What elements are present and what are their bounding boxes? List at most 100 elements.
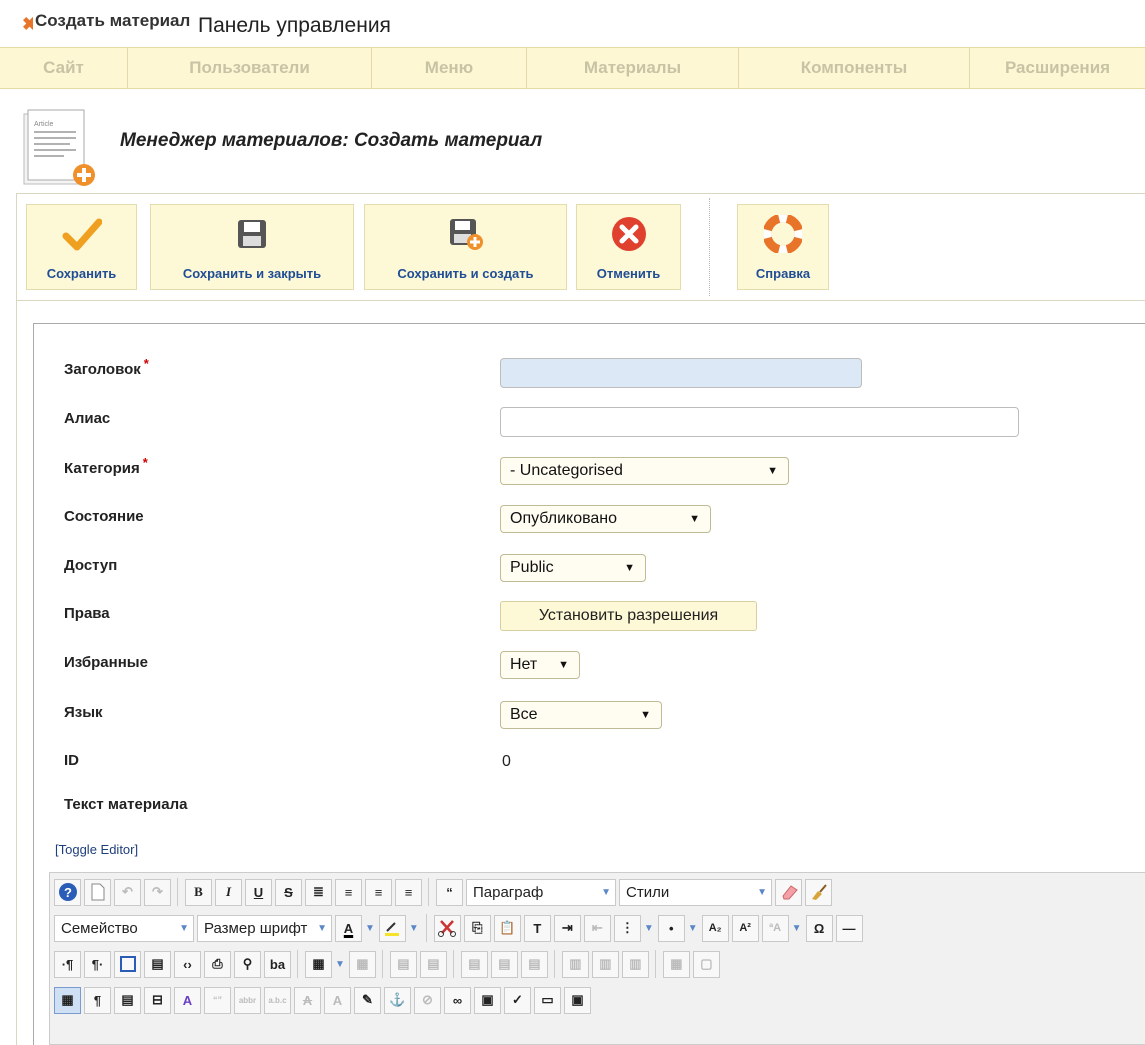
font-size-select[interactable]: Размер шрифт ▼ [197, 914, 332, 942]
save-new-button[interactable]: Сохранить и создать [364, 204, 567, 290]
table-row-props-icon[interactable]: ▤ [389, 950, 417, 978]
redo-icon[interactable]: ↷ [144, 878, 171, 906]
styles-select[interactable]: Стили ▼ [619, 878, 772, 906]
rtl-icon[interactable]: ¶· [84, 950, 111, 978]
dropdown-arrow-icon[interactable]: ▼ [688, 923, 698, 934]
acronym-icon[interactable]: a.b.c [264, 986, 291, 1014]
blockquote-icon[interactable]: “ [436, 878, 463, 906]
align-left-icon[interactable]: ≡ [365, 878, 392, 906]
omega-icon[interactable]: Ω [805, 914, 833, 942]
access-select[interactable]: Public ▼ [500, 554, 646, 582]
menu-item-content[interactable]: Материалы [527, 48, 739, 88]
ins-icon[interactable]: A [324, 986, 351, 1014]
visual-chars-icon[interactable]: ba [264, 950, 291, 978]
delete-table-icon[interactable]: ▦ [348, 950, 376, 978]
layer-icon[interactable]: ▭ [534, 986, 561, 1014]
unlink-icon[interactable]: ⊘ [414, 986, 441, 1014]
highlight-color-icon[interactable] [378, 914, 406, 942]
eraser-icon[interactable] [775, 878, 802, 906]
find-replace-icon[interactable]: ⚲ [234, 950, 261, 978]
visual-aid-icon[interactable]: ▦ [54, 986, 81, 1014]
font-family-select[interactable]: Семейство ▼ [54, 914, 194, 942]
insert-table-icon[interactable]: ▦ [305, 950, 332, 978]
pagebreak-icon[interactable]: ⊟ [144, 986, 171, 1014]
delete-row-icon[interactable]: ▤ [520, 950, 548, 978]
delete-col-icon[interactable]: ▥ [621, 950, 649, 978]
attributes-icon[interactable]: ✎ [354, 986, 381, 1014]
help-button[interactable]: Справка [737, 204, 829, 290]
language-select[interactable]: Все ▼ [500, 701, 662, 729]
lifebuoy-icon [763, 214, 803, 254]
save-close-button[interactable]: Сохранить и закрыть [150, 204, 354, 290]
menu-item-site[interactable]: Сайт [0, 48, 128, 88]
cite-icon[interactable]: “” [204, 986, 231, 1014]
cut-icon[interactable] [433, 914, 461, 942]
print-icon[interactable]: ⎙ [204, 950, 231, 978]
align-center-icon[interactable]: ≡ [335, 878, 362, 906]
underline-icon[interactable]: U [245, 878, 272, 906]
copy-icon[interactable]: ⎘ [463, 914, 491, 942]
menu-item-extensions[interactable]: Расширения [970, 48, 1145, 88]
title-input[interactable] [500, 358, 862, 388]
image-icon[interactable]: ▣ [474, 986, 501, 1014]
dropdown-arrow-icon[interactable]: ▼ [335, 959, 345, 970]
dropdown-arrow-icon[interactable]: ▼ [644, 923, 654, 934]
menu-item-users[interactable]: Пользователи [128, 48, 372, 88]
horizontal-rule-icon[interactable]: — [835, 914, 863, 942]
format-select[interactable]: Параграф ▼ [466, 878, 616, 906]
bullet-list-icon[interactable]: • [657, 914, 685, 942]
numbered-list-icon[interactable]: ⋮ [613, 914, 641, 942]
charmap-a-icon[interactable]: ªA [761, 914, 789, 942]
template-icon[interactable]: ▤ [144, 950, 171, 978]
split-cells-icon[interactable]: ▢ [692, 950, 720, 978]
dropdown-arrow-icon[interactable]: ▼ [365, 923, 375, 934]
new-document-icon[interactable] [84, 878, 111, 906]
abbr-icon[interactable]: abbr [234, 986, 261, 1014]
subscript-icon[interactable]: A₂ [701, 914, 729, 942]
toggle-editor-link[interactable]: [Toggle Editor] [55, 842, 138, 857]
save-button[interactable]: Сохранить [26, 204, 137, 290]
undo-icon[interactable]: ↶ [114, 878, 141, 906]
align-justify-icon[interactable]: ≣ [305, 878, 332, 906]
paste-text-icon[interactable]: T [523, 914, 551, 942]
paragraph-mark-icon[interactable]: ¶ [84, 986, 111, 1014]
merge-cells-icon[interactable]: ▦ [662, 950, 690, 978]
media-icon[interactable]: ▣ [564, 986, 591, 1014]
table-cell-props-icon[interactable]: ▤ [419, 950, 447, 978]
spellcheck-icon[interactable]: ✓ [504, 986, 531, 1014]
cancel-button[interactable]: Отменить [576, 204, 681, 290]
paste-icon[interactable]: 📋 [493, 914, 521, 942]
fullscreen-icon[interactable] [114, 950, 141, 978]
del-icon[interactable]: A [294, 986, 321, 1014]
featured-select[interactable]: Нет ▼ [500, 651, 580, 679]
outdent-icon[interactable]: ⇤ [583, 914, 611, 942]
help-icon[interactable]: ? [54, 878, 81, 906]
paste-word-icon[interactable]: ▤ [114, 986, 141, 1014]
italic-icon[interactable]: I [215, 878, 242, 906]
superscript-icon[interactable]: A² [731, 914, 759, 942]
styleprops-icon[interactable]: A [174, 986, 201, 1014]
state-select[interactable]: Опубликовано ▼ [500, 505, 711, 533]
dropdown-arrow-icon[interactable]: ▼ [409, 923, 419, 934]
ltr-icon[interactable]: ·¶ [54, 950, 81, 978]
cleanup-brush-icon[interactable] [805, 878, 832, 906]
align-right-icon[interactable]: ≡ [395, 878, 422, 906]
dropdown-arrow-icon[interactable]: ▼ [792, 923, 802, 934]
indent-icon[interactable]: ⇥ [553, 914, 581, 942]
set-permissions-button[interactable]: Установить разрешения [500, 601, 757, 631]
link-icon[interactable]: ∞ [444, 986, 471, 1014]
text-color-icon[interactable]: A [335, 914, 362, 942]
menu-item-components[interactable]: Компоненты [739, 48, 970, 88]
col-before-icon[interactable]: ▥ [561, 950, 589, 978]
col-after-icon[interactable]: ▥ [591, 950, 619, 978]
menu-item-menus[interactable]: Меню [372, 48, 527, 88]
source-code-icon[interactable]: ‹› [174, 950, 201, 978]
row-before-icon[interactable]: ▤ [460, 950, 488, 978]
strikethrough-icon[interactable]: S [275, 878, 302, 906]
floppy-disk-icon [232, 214, 272, 254]
anchor-icon[interactable]: ⚓ [384, 986, 411, 1014]
alias-input[interactable] [500, 407, 1019, 437]
category-select[interactable]: - Uncategorised ▼ [500, 457, 789, 485]
row-after-icon[interactable]: ▤ [490, 950, 518, 978]
bold-icon[interactable]: B [185, 878, 212, 906]
